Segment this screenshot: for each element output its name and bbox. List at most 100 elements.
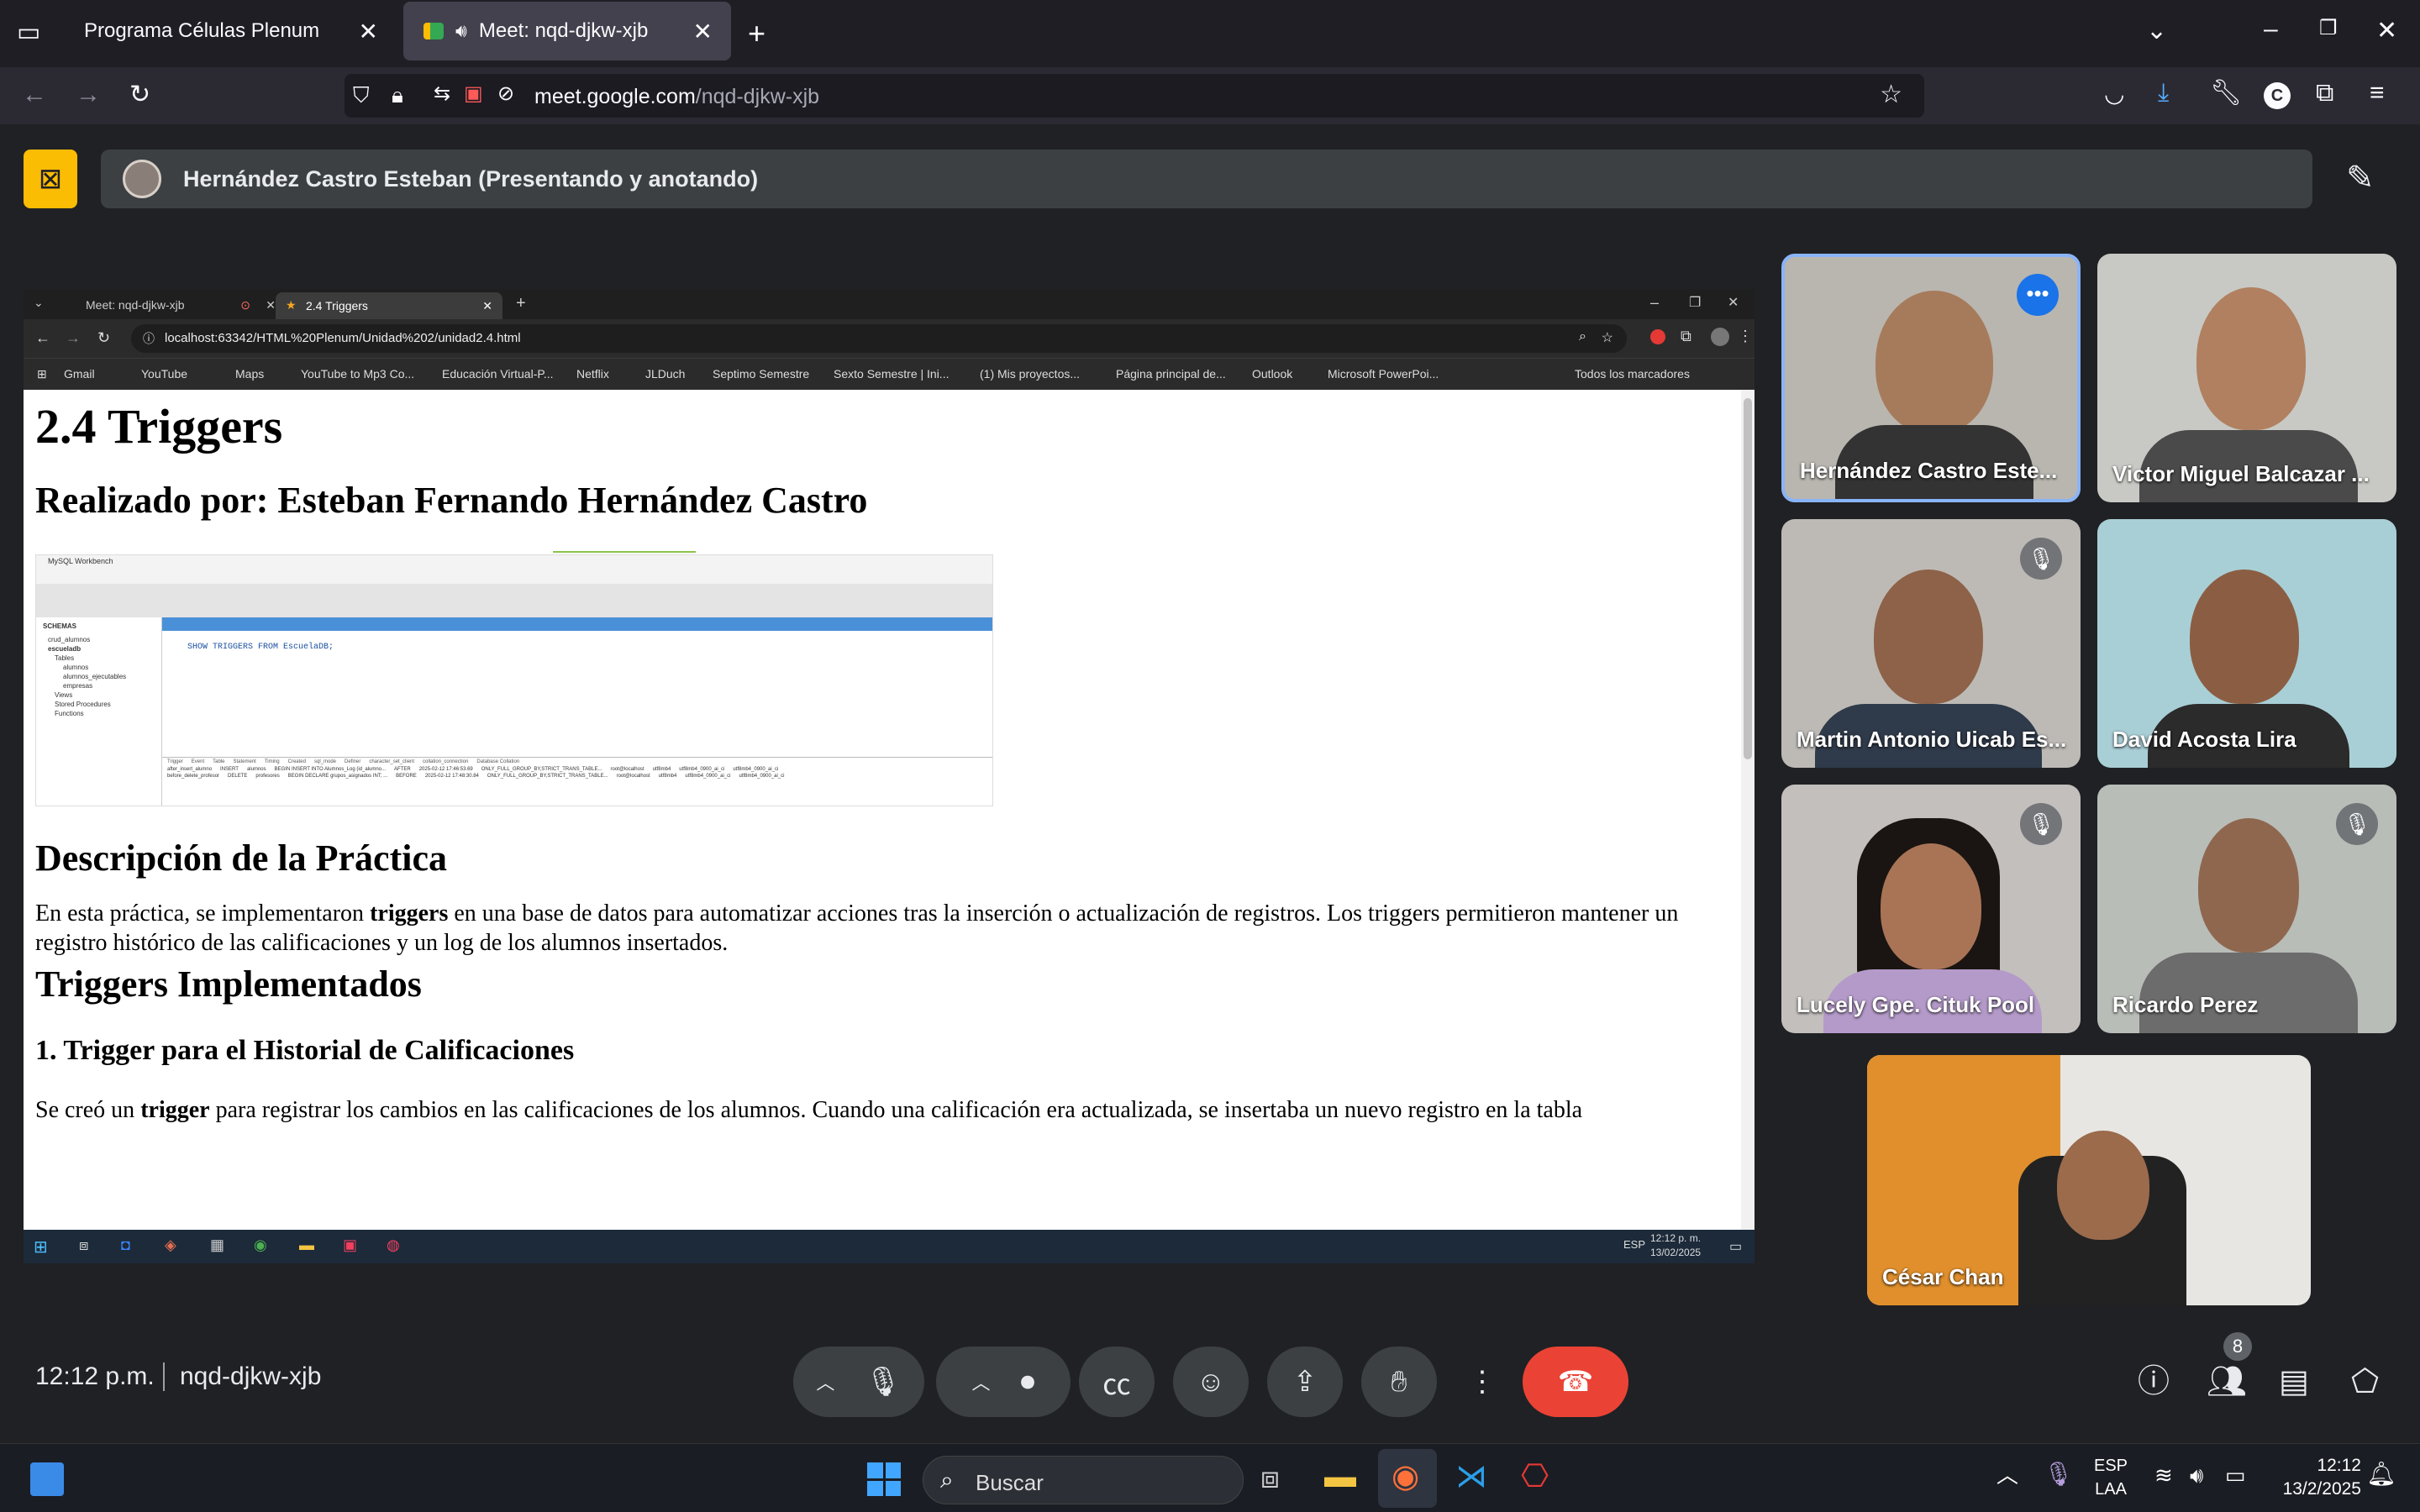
chat-icon[interactable]: ▤: [2279, 1366, 2309, 1398]
task-view-icon[interactable]: ⧈: [1260, 1462, 1280, 1493]
taskbar-clock[interactable]: 12:12 13/2/2025: [2269, 1454, 2361, 1501]
tree-item: alumnos: [63, 664, 89, 671]
mic-off-icon: 🎙︎: [2336, 803, 2378, 845]
widgets-icon[interactable]: [30, 1462, 64, 1496]
file-explorer-icon[interactable]: ▬: [1324, 1461, 1356, 1493]
extensions-icon[interactable]: ⧉: [2316, 81, 2333, 106]
activities-icon[interactable]: ⬠: [2351, 1366, 2379, 1398]
chevron-up-icon[interactable]: ︿: [971, 1368, 990, 1395]
meet-logo-icon: [424, 23, 444, 39]
scrollbar-thumb[interactable]: [1744, 398, 1752, 759]
tree-item: Tables: [55, 654, 75, 662]
language-indicator[interactable]: ESP LAA: [2094, 1454, 2128, 1501]
participant-tile[interactable]: 🎙︎ Martin Antonio Uicab Es...: [1781, 519, 2081, 768]
leave-call-button[interactable]: ☎︎: [1523, 1347, 1628, 1417]
presenter-banner: Hernández Castro Esteban (Presentando y …: [101, 150, 2312, 208]
doc-title: 2.4 Triggers: [35, 399, 283, 454]
present-button[interactable]: ⇪: [1267, 1347, 1343, 1417]
volume-icon[interactable]: 🔊︎: [2190, 1464, 2203, 1486]
shared-tab-meet: Meet: nqd-djkw-xjb ⊙ ✕: [57, 294, 284, 318]
reload-icon[interactable]: ↻: [129, 82, 150, 108]
people-icon[interactable]: 👥︎: [2207, 1366, 2247, 1398]
annotate-pen-icon[interactable]: ✎: [2346, 161, 2375, 195]
separator: [163, 1362, 165, 1391]
bookmark-item: Gmail: [64, 367, 95, 381]
tab-meet[interactable]: 🔊︎ Meet: nqd-djkw-xjb ✕: [403, 2, 731, 60]
mic-icon[interactable]: 🎙︎: [865, 1365, 901, 1399]
bookmark-item: Sexto Semestre | Ini...: [834, 367, 950, 381]
bookmark-item: JLDuch: [645, 367, 686, 381]
participant-name: Martin Antonio Uicab Es...: [1797, 727, 2067, 752]
back-icon[interactable]: ←: [22, 82, 47, 108]
result-cell: ONLY_FULL_GROUP_BY,STRICT_TRANS_TABLE...: [487, 774, 608, 779]
battery-icon[interactable]: ▭: [2225, 1464, 2246, 1486]
scrollbar[interactable]: [1741, 390, 1754, 1230]
taskbar-search[interactable]: ⌕ Buscar: [923, 1456, 1244, 1504]
vscode-icon[interactable]: ⋊: [1455, 1461, 1487, 1493]
shared-tab-triggers: ★ 2.4 Triggers ✕: [276, 292, 502, 319]
copilot-icon: ◈: [165, 1236, 176, 1253]
tab-celulas-plenum[interactable]: Programa Células Plenum ✕: [64, 2, 397, 60]
shield-icon[interactable]: ⛉: [353, 84, 370, 106]
pocket-icon[interactable]: ◡: [2104, 82, 2124, 106]
result-grid: Trigger Event Table Statement Timing Created s…: [162, 757, 992, 806]
acrobat-icon[interactable]: ⎔: [1521, 1461, 1549, 1493]
permissions-icon[interactable]: ⇆: [434, 84, 450, 104]
menu-icon[interactable]: ≡: [2370, 81, 2385, 106]
chrome-icon: ◉: [254, 1236, 267, 1253]
info-icon[interactable]: ⓘ: [2138, 1366, 2170, 1398]
participant-tile[interactable]: Victor Miguel Balcazar ...: [2097, 254, 2396, 502]
forward-icon[interactable]: →: [76, 82, 101, 108]
more-options-icon[interactable]: •••: [2017, 274, 2059, 316]
close-icon[interactable]: ✕: [359, 18, 378, 45]
sql-editor: SHOW TRIGGERS FROM EscuelaDB;: [162, 631, 992, 757]
firefox-icon[interactable]: ◉: [1392, 1461, 1419, 1493]
chevron-down-icon[interactable]: ⌄: [2146, 18, 2167, 44]
url-bar[interactable]: ⛉ 🔒︎ ⇆ ▣ ⊘ meet.google.com/nqd-djkw-xjb …: [345, 74, 1924, 118]
minimize-icon[interactable]: –: [2264, 17, 2278, 42]
more-vert-icon: ⋮: [1468, 1366, 1497, 1398]
camera-icon[interactable]: ⏺︎: [1021, 1366, 1035, 1399]
result-cell: AFTER: [394, 767, 411, 772]
participant-tile[interactable]: 🎙︎ Lucely Gpe. Cituk Pool: [1781, 785, 2081, 1033]
tree-item: Views: [55, 691, 73, 699]
wifi-icon[interactable]: ≋: [2154, 1464, 2173, 1486]
more-options-button[interactable]: ⋮: [1465, 1347, 1499, 1417]
downloads-icon[interactable]: ⤓: [2158, 81, 2169, 106]
new-tab-icon[interactable]: +: [748, 18, 765, 49]
captions-button[interactable]: ㏄: [1079, 1347, 1155, 1417]
raise-hand-button[interactable]: ✋︎: [1361, 1347, 1437, 1417]
heading-implementados: Triggers Implementados: [35, 963, 422, 1005]
mic-blocked-icon[interactable]: ⊘: [497, 84, 514, 104]
stop-presenting-icon[interactable]: ⊠: [24, 150, 77, 208]
chevron-up-icon[interactable]: ︿: [1996, 1464, 2018, 1486]
result-column-header: sql_mode: [313, 759, 336, 764]
participant-tile[interactable]: César Chan: [1867, 1055, 2311, 1305]
window-close-icon[interactable]: ✕: [2376, 18, 2397, 44]
tab-list-icon[interactable]: ▭: [17, 20, 40, 45]
restore-icon[interactable]: ❐: [2319, 18, 2338, 39]
reactions-button[interactable]: ☺: [1173, 1347, 1249, 1417]
bookmark-item: Netflix: [576, 367, 609, 381]
new-tab-icon: +: [516, 294, 526, 312]
record-icon: ⊙: [240, 298, 250, 312]
participant-tile[interactable]: David Acosta Lira: [2097, 519, 2396, 768]
lock-icon[interactable]: 🔒︎: [392, 84, 403, 106]
star-icon[interactable]: ☆: [1880, 82, 1902, 108]
wrench-icon[interactable]: 🔧︎: [2210, 81, 2242, 106]
close-icon[interactable]: ✕: [693, 18, 713, 45]
presenter-label: Hernández Castro Esteban (Presentando y …: [183, 166, 759, 192]
close-icon: ✕: [482, 299, 492, 312]
profile-avatar[interactable]: C: [2264, 82, 2291, 109]
windows-start-icon[interactable]: [867, 1462, 901, 1496]
chevron-up-icon[interactable]: ︿: [816, 1368, 834, 1395]
speaker-icon[interactable]: 🔊︎: [455, 20, 467, 42]
participant-tile[interactable]: ••• Hernández Castro Este...: [1781, 254, 2081, 502]
camera-sharing-icon[interactable]: ▣: [464, 84, 483, 104]
hand-icon: ✋︎: [1391, 1365, 1407, 1398]
mic-in-use-icon[interactable]: 🎙︎: [2044, 1462, 2074, 1486]
participant-tile[interactable]: 🎙︎ Ricardo Perez: [2097, 785, 2396, 1033]
notification-bell-icon[interactable]: 🔔︎: [2366, 1462, 2396, 1486]
doc-author: Realizado por: Esteban Fernando Hernánde…: [35, 480, 868, 521]
workbench-title: MySQL Workbench: [48, 557, 113, 565]
